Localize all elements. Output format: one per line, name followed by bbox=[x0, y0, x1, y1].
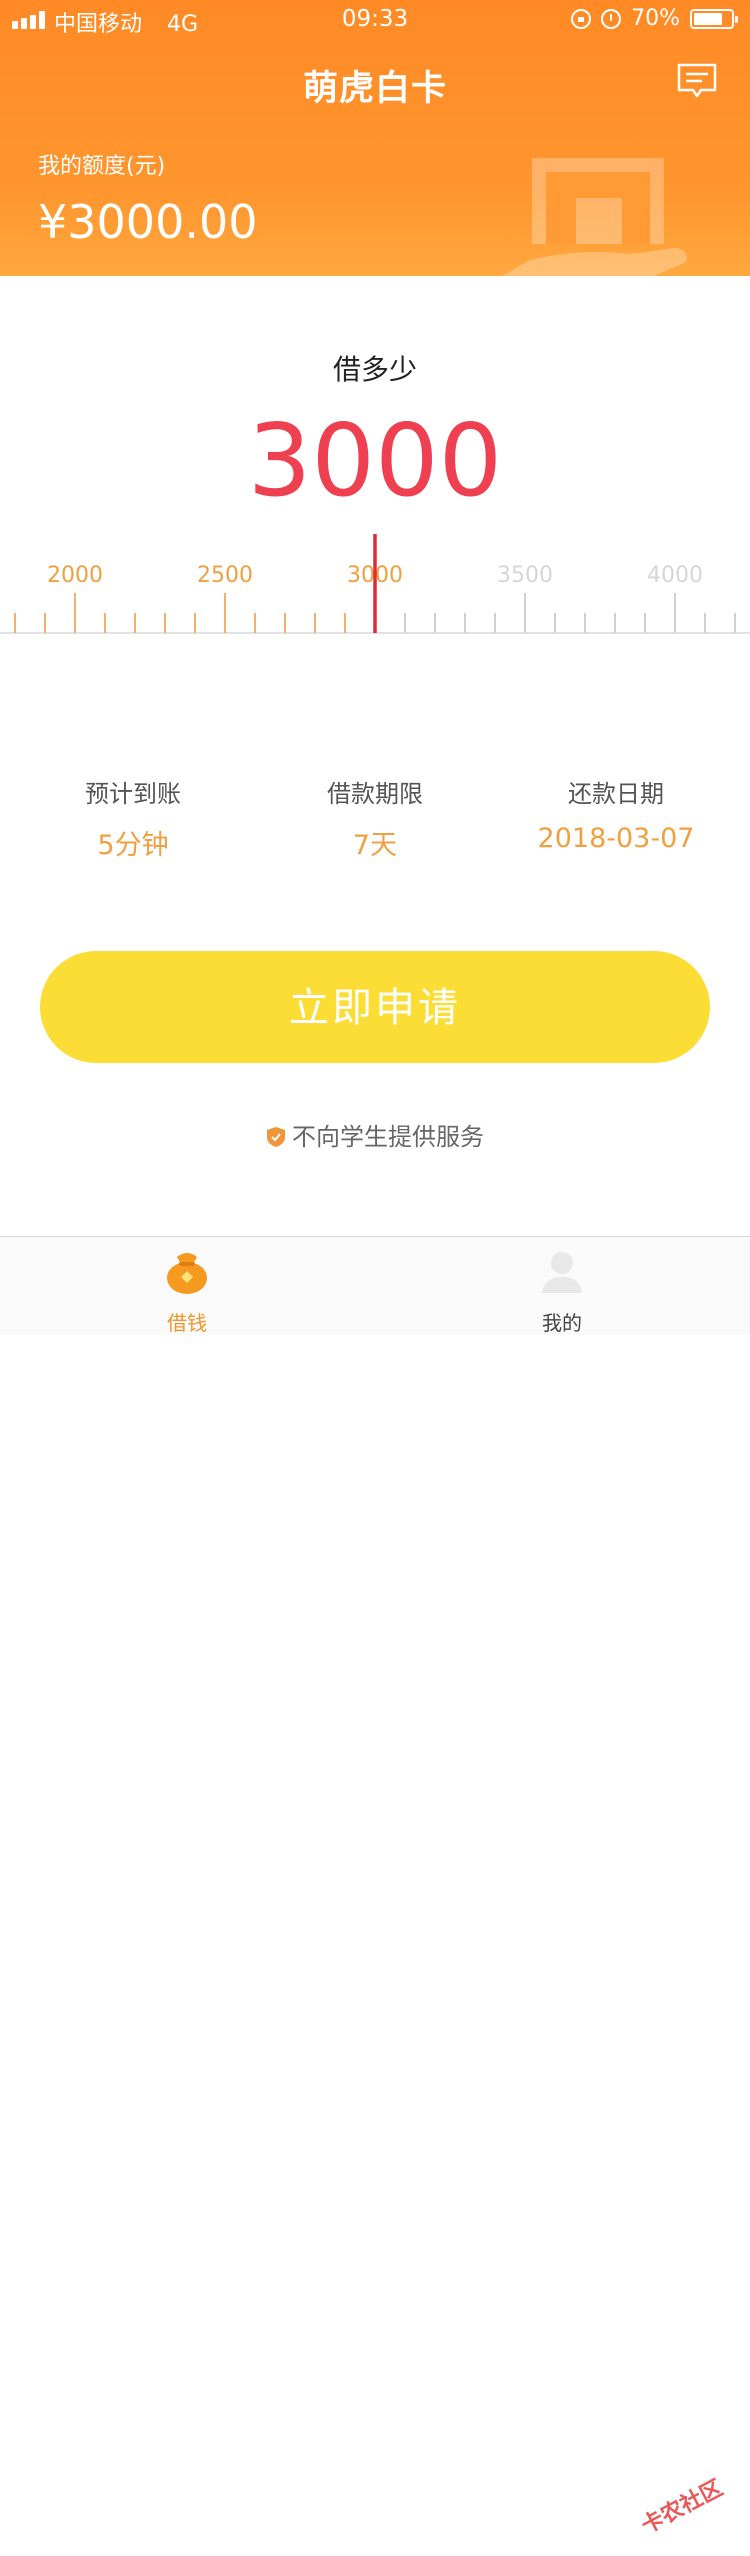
message-icon[interactable] bbox=[676, 63, 718, 99]
rotation-lock-icon bbox=[571, 8, 592, 29]
borrow-label: 借多少 bbox=[332, 353, 417, 386]
info-value: 2018-03-07 bbox=[537, 823, 695, 854]
battery-icon bbox=[690, 8, 738, 29]
tab-mine[interactable]: 我的 bbox=[482, 1237, 642, 1335]
ruler-tick-label: 3500 bbox=[497, 563, 553, 588]
ruler-tick-label: 2000 bbox=[47, 563, 103, 588]
info-value: 7天 bbox=[352, 830, 398, 861]
tab-borrow[interactable]: 借钱 bbox=[107, 1237, 267, 1335]
hand-box-illustration bbox=[502, 158, 687, 276]
money-bag-icon bbox=[167, 1253, 207, 1294]
tab-bar: 借钱 我的 卡农社区 bbox=[0, 1236, 750, 2539]
notice-text: 不向学生提供服务 bbox=[292, 1123, 484, 1151]
apply-button[interactable]: 立即申请 bbox=[40, 951, 710, 1063]
amount-ruler[interactable]: 20002500300035004000 bbox=[0, 530, 750, 640]
limit-amount: ¥3000.00 bbox=[38, 195, 258, 249]
watermark: 卡农社区 bbox=[637, 2475, 727, 2540]
page-title: 萌虎白卡 bbox=[302, 69, 447, 109]
info-arrival: 预计到账 5分钟 bbox=[13, 774, 253, 862]
borrow-amount: 3000 bbox=[247, 402, 503, 519]
battery-percent: 70% bbox=[631, 6, 680, 31]
student-notice: 不向学生提供服务 bbox=[0, 1117, 750, 1152]
limit-label: 我的额度(元) bbox=[38, 154, 166, 179]
status-bar: 中国移动 4G 09:33 70% bbox=[0, 0, 750, 40]
info-label: 借款期限 bbox=[327, 780, 423, 808]
tab-label: 我的 bbox=[542, 1311, 582, 1335]
ruler-tick-label: 4000 bbox=[647, 563, 703, 588]
info-value: 5分钟 bbox=[97, 830, 169, 861]
info-repay-date: 还款日期 2018-03-07 bbox=[496, 774, 736, 854]
info-label: 还款日期 bbox=[568, 780, 664, 808]
user-icon bbox=[542, 1252, 582, 1293]
tab-label: 借钱 bbox=[167, 1311, 207, 1335]
ruler-tick-label: 2500 bbox=[197, 563, 253, 588]
shield-icon bbox=[267, 1127, 285, 1147]
info-term: 借款期限 7天 bbox=[255, 774, 495, 862]
alarm-icon bbox=[601, 8, 622, 29]
header: 中国移动 4G 09:33 70% 萌虎白卡 我的额度(元) ¥3000.00 bbox=[0, 0, 750, 276]
info-label: 预计到账 bbox=[85, 780, 181, 808]
